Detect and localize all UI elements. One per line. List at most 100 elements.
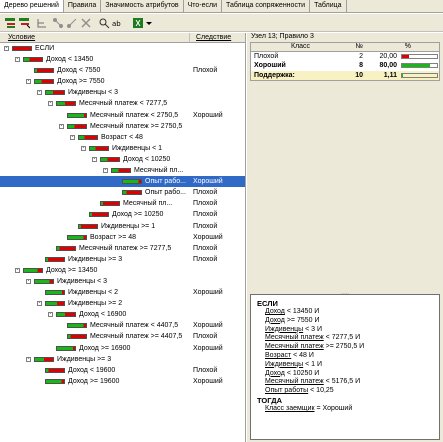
collapse-toggle-icon[interactable]: - [4,46,9,51]
tree-row[interactable]: - ЕСЛИ [0,43,245,54]
collapse-toggle-icon[interactable]: - [92,156,97,162]
find-node-icon[interactable] [98,17,110,29]
tree-node-icon[interactable] [36,17,48,29]
class-ratio-bar [67,123,87,129]
tree-row[interactable]: - Месячный платеж >= 2750,5 [0,121,245,132]
rule-then-keyword: ТОГДА [257,395,283,405]
tab-0[interactable]: Дерево решений [0,0,64,12]
rule-condition: Месячный платеж < 7277,5 И [257,334,433,343]
node-condition: Иждивенцы >= 2 [68,300,123,308]
sort-icon[interactable]: ab [112,17,124,29]
rule-condition: Иждивенцы < 1 И [257,361,433,370]
condition-value: >= 2750,5 И [323,343,365,351]
collapse-toggle-icon[interactable]: - [37,90,42,96]
tree-row[interactable]: - Иждивенцы < 3 [0,87,245,98]
collapse-toggle-icon[interactable]: - [70,134,75,140]
node-condition: Иждивенцы < 3 [57,277,108,285]
class-row: Плохой 2 20,00 [251,52,439,61]
rule-condition: Возраст < 48 И [257,352,433,361]
class-distribution-table: Класс № % Плохой 2 20,00 Хороший 8 80,00 Подде… [250,42,440,81]
rule-condition: Месячный платеж >= 2750,5 И [257,343,433,352]
tree-row[interactable]: Доход >= 10250 Плохой [0,209,245,220]
branch-icon[interactable] [52,17,64,29]
node-condition: Иждивенцы < 2 [68,289,119,297]
tree-row[interactable]: Месячный пл... Плохой [0,198,245,209]
splitter[interactable]: ..... [250,289,440,296]
collapse-toggle-icon[interactable]: - [15,267,20,273]
tree-row[interactable]: - Месячный пл... [0,165,245,176]
column-header-result[interactable]: Следствие [190,33,245,43]
class-name: Поддержка: [254,71,295,79]
tree-row[interactable]: Опыт рабо... Хороший [0,176,245,188]
tree-row[interactable]: Месячный платеж >= 7277,5 Плохой [0,243,245,254]
collapse-toggle-icon[interactable]: - [48,312,53,318]
tree-row[interactable]: - Иждивенцы < 1 [0,143,245,154]
dropdown-arrow-icon[interactable] [145,17,157,29]
tree-row[interactable]: Месячный платеж >= 4407,5 Плохой [0,331,245,342]
tree-row[interactable]: - Доход < 10250 [0,154,245,165]
collapse-toggle-icon[interactable]: - [26,278,31,284]
tree-row[interactable]: - Иждивенцы < 3 [0,276,245,287]
tree-row[interactable]: - Месячный платеж < 7277,5 [0,98,245,109]
column-header-condition[interactable]: Условие [0,33,190,43]
rule-condition: Месячный платеж < 5176,5 И [257,378,433,387]
node-result: Плохой [193,333,218,341]
class-count: 10 [355,71,363,79]
expand-all-icon[interactable] [4,17,16,29]
tree-row[interactable]: Иждивенцы >= 1 Плохой [0,221,245,232]
collapse-toggle-icon[interactable]: - [15,57,20,63]
collapse-toggle-icon[interactable]: - [26,356,31,362]
tree-row[interactable]: - Иждивенцы >= 3 [0,354,245,365]
tree-row[interactable]: Месячный платеж < 4407,5 Хороший [0,320,245,331]
tree-row[interactable]: Доход >= 19600 Хороший [0,376,245,387]
header-count: № [355,43,363,50]
class-row: Поддержка: 10 1,11 [251,70,439,80]
condition-attribute: Месячный платеж [265,334,324,342]
tree-row[interactable]: Иждивенцы >= 3 Плохой [0,254,245,265]
collapse-toggle-icon[interactable]: - [59,123,64,129]
tab-5[interactable]: Таблица [310,0,347,12]
collapse-all-icon[interactable] [18,17,31,29]
node-condition: Месячный платеж < 7277,5 [79,100,168,108]
class-ratio-bar [34,356,54,362]
tree-row[interactable]: - Доход < 16900 [0,309,245,320]
node-result: Хороший [193,111,223,119]
export-excel-icon[interactable] [132,17,144,29]
tab-4[interactable]: Таблица сопряженности [222,0,311,12]
tree-row[interactable]: - Доход >= 13450 [0,265,245,276]
class-percent: 1,11 [383,71,397,79]
tree-row[interactable]: Месячный платеж < 2750,5 Хороший [0,110,245,121]
node-result: Плохой [193,200,218,208]
conclusion-attribute: Класс заемщик [265,404,315,412]
node-condition: Месячный платеж >= 7277,5 [79,244,172,252]
node-condition: Возраст >= 48 [90,233,137,241]
delete-icon[interactable] [80,17,92,29]
svg-text:ab: ab [112,20,121,28]
tree-row[interactable]: Доход < 7550 Плохой [0,65,245,76]
tree-row[interactable]: - Доход < 13450 [0,54,245,65]
tree-row[interactable]: Иждивенцы < 2 Хороший [0,287,245,298]
tree-row[interactable]: - Доход >= 7550 [0,76,245,87]
node-condition: Опыт рабо... [145,189,186,197]
rule-if-keyword: ЕСЛИ [257,299,278,308]
collapse-toggle-icon[interactable]: - [81,145,86,151]
tab-1[interactable]: Правила [64,0,102,12]
tree-row[interactable]: - Возраст < 48 [0,132,245,143]
condition-attribute: Иждивенцы [265,325,304,333]
prune-icon[interactable] [66,17,78,29]
collapse-toggle-icon[interactable]: - [103,168,108,174]
tree-row[interactable]: Опыт рабо... Плохой [0,187,245,198]
collapse-toggle-icon[interactable]: - [48,101,53,107]
decision-tree: - ЕСЛИ - Доход < 13450 Доход < 7550 Плохой - До… [0,43,245,387]
tree-row[interactable]: Доход < 19600 Плохой [0,365,245,376]
condition-value: < 7277,5 И [323,334,361,342]
tree-row[interactable]: Возраст >= 48 Хороший [0,232,245,243]
collapse-toggle-icon[interactable]: - [26,79,31,85]
tree-row[interactable]: - Иждивенцы >= 2 [0,298,245,309]
collapse-toggle-icon[interactable]: - [37,301,42,307]
condition-value: >= 7550 И [284,316,320,324]
tree-row[interactable]: Доход >= 16900 Хороший [0,343,245,354]
tab-3[interactable]: Что-если [184,0,222,12]
class-count: 2 [359,53,363,60]
tab-2[interactable]: Значимость атрибутов [101,0,184,12]
